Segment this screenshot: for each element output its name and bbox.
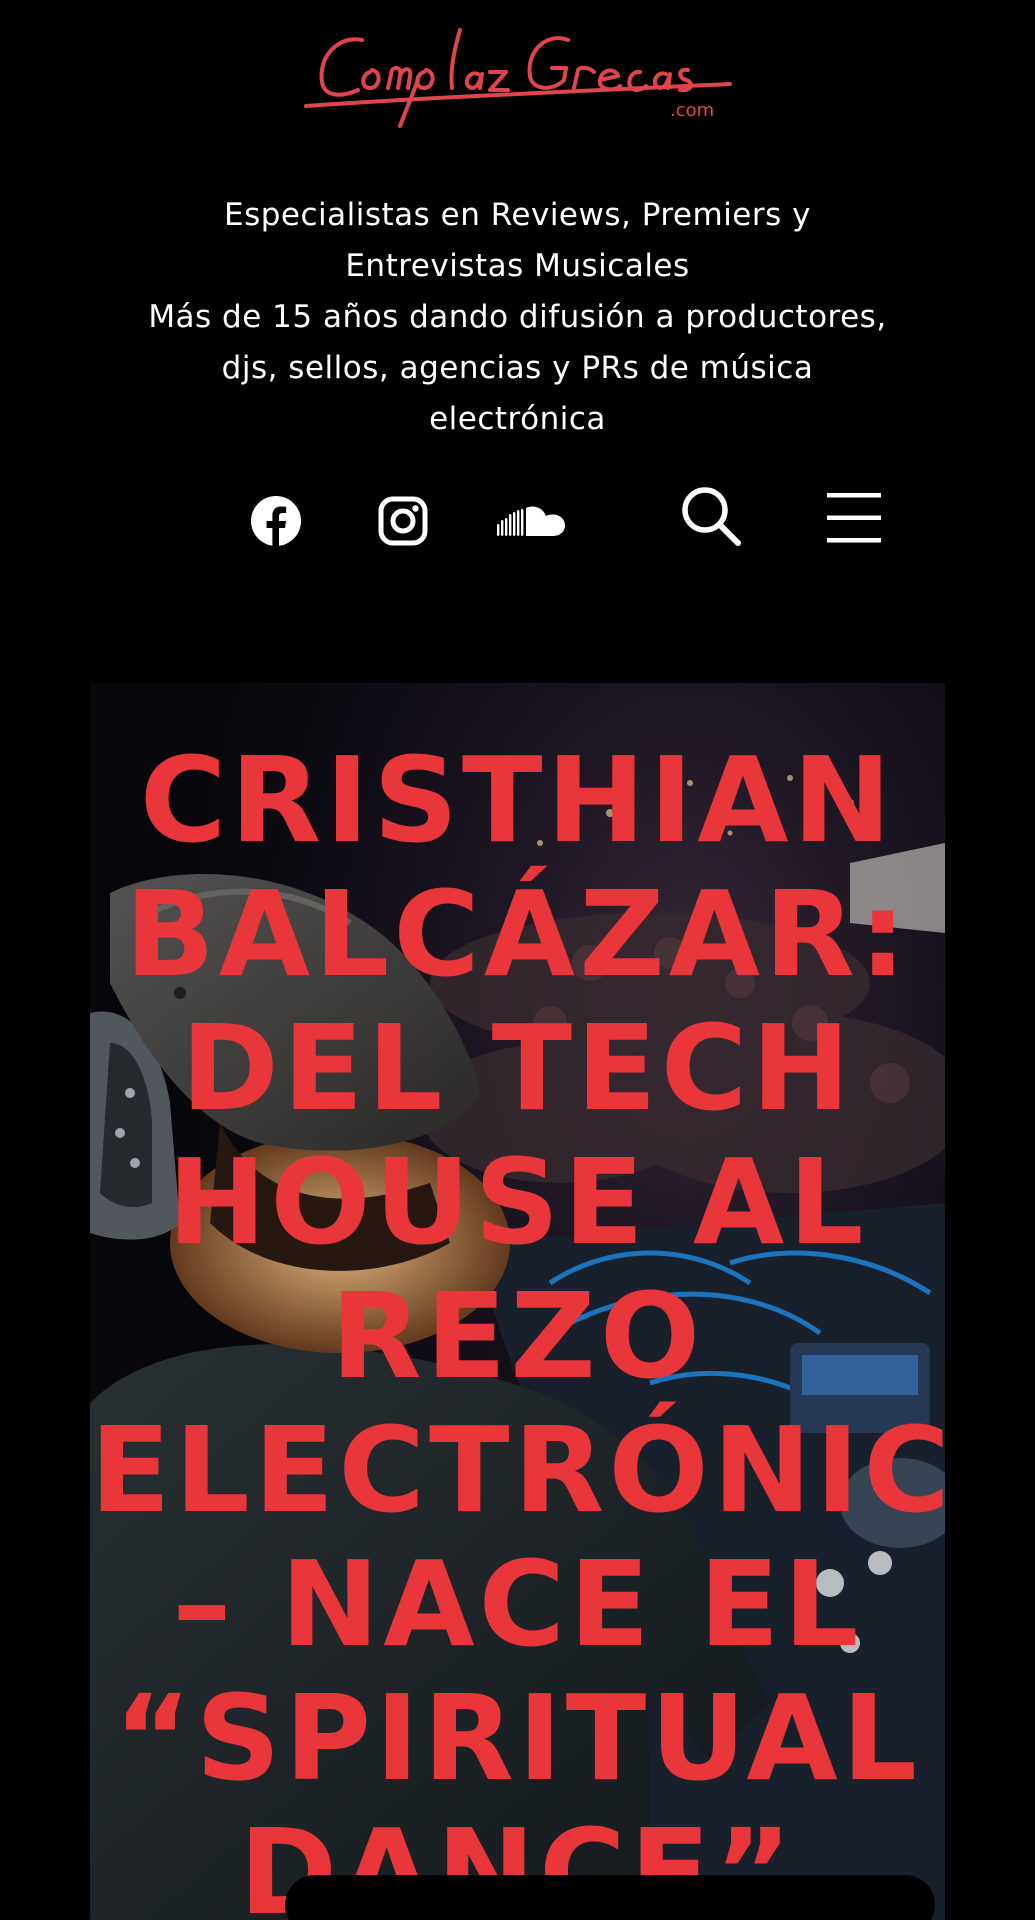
tagline-line: djs, sellos, agencias y PRs de música [221, 350, 814, 386]
soundcloud-link[interactable] [490, 495, 572, 547]
logo-mark: .com [304, 28, 732, 128]
search-button[interactable] [675, 480, 747, 552]
title-line: “SPIRITUAL [114, 1669, 921, 1807]
facebook-icon [251, 496, 301, 547]
logo-suffix: .com [670, 100, 714, 121]
menu-button[interactable] [822, 486, 886, 550]
header-icon-bar [0, 480, 1035, 560]
title-line: ELECTRÓNICO [90, 1401, 945, 1539]
title-line: DEL TECH [180, 999, 855, 1137]
site-tagline: Especialistas en Reviews, Premiers y Ent… [60, 190, 975, 445]
search-icon [682, 487, 741, 546]
site-logo[interactable]: .com [300, 10, 740, 130]
title-line: HOUSE AL [167, 1133, 868, 1271]
featured-article-title[interactable]: CRISTHIAN BALCÁZAR: DEL TECH HOUSE AL RE… [90, 733, 945, 1920]
tagline-line: electrónica [429, 401, 606, 437]
page: .com Especialistas en Reviews, Premiers … [0, 0, 1035, 1920]
hamburger-menu-icon [827, 493, 881, 543]
bottom-overlay-bar [285, 1875, 935, 1920]
instagram-link[interactable] [372, 490, 434, 552]
instagram-icon [378, 496, 428, 546]
soundcloud-icon [497, 506, 565, 536]
title-line: BALCÁZAR: [124, 865, 911, 1003]
title-line: – NACE EL [172, 1535, 863, 1673]
tagline-line: Entrevistas Musicales [345, 248, 690, 284]
featured-article-card[interactable]: CRISTHIAN BALCÁZAR: DEL TECH HOUSE AL RE… [90, 683, 945, 1920]
tagline-line: Más de 15 años dando difusión a producto… [148, 299, 887, 335]
title-line: REZO [330, 1267, 705, 1405]
tagline-line: Especialistas en Reviews, Premiers y [224, 197, 811, 233]
facebook-link[interactable] [245, 490, 307, 552]
title-line: CRISTHIAN [139, 731, 896, 869]
